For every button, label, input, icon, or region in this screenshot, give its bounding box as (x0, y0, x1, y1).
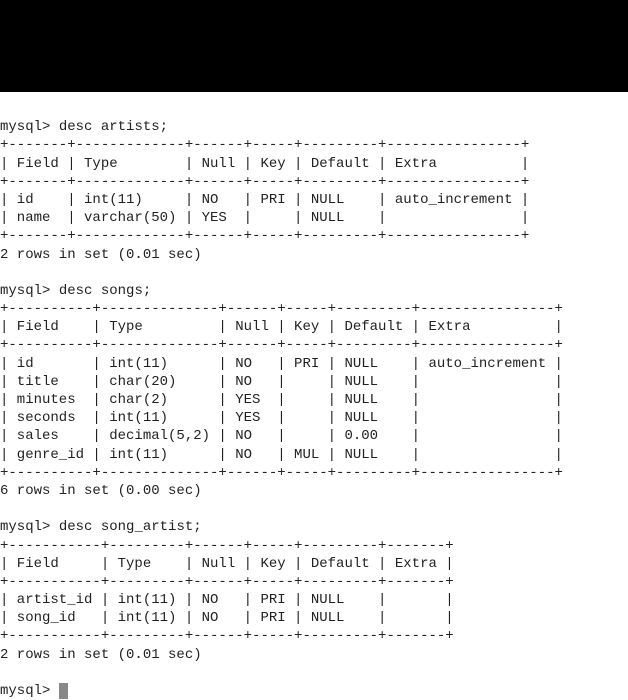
status-line: 2 rows in set (0.01 sec) (0, 647, 202, 663)
title-bar-black (0, 0, 628, 92)
table-header: | Field | Type | Null | Key | Default | … (0, 556, 454, 572)
table-header: | Field | Type | Null | Key | Default | … (0, 319, 563, 335)
table-row: | name | varchar(50) | YES | | NULL | | (0, 210, 529, 226)
status-line: 2 rows in set (0.01 sec) (0, 247, 202, 263)
terminal-output: mysql> desc artists; +-------+----------… (0, 92, 628, 700)
table-row: | seconds | int(11) | YES | | NULL | | (0, 410, 563, 426)
command: desc artists; (59, 119, 168, 135)
table-row: | song_id | int(11) | NO | PRI | NULL | … (0, 610, 454, 626)
cursor[interactable] (59, 683, 68, 699)
table-row: | artist_id | int(11) | NO | PRI | NULL … (0, 592, 454, 608)
table-row: | title | char(20) | NO | | NULL | | (0, 374, 563, 390)
prompt[interactable]: mysql> (0, 683, 50, 699)
command: desc songs; (59, 283, 151, 299)
table-row: | sales | decimal(5,2) | NO | | 0.00 | | (0, 428, 563, 444)
prompt: mysql> (0, 519, 50, 535)
table-border: +----------+--------------+------+-----+… (0, 337, 563, 353)
table-border: +----------+--------------+------+-----+… (0, 465, 563, 481)
table-border: +-----------+---------+------+-----+----… (0, 574, 454, 590)
table-header: | Field | Type | Null | Key | Default | … (0, 156, 529, 172)
prompt: mysql> (0, 119, 50, 135)
table-border: +----------+--------------+------+-----+… (0, 301, 563, 317)
table-border: +-------+-------------+------+-----+----… (0, 228, 529, 244)
command: desc song_artist; (59, 519, 202, 535)
table-row: | minutes | char(2) | YES | | NULL | | (0, 392, 563, 408)
table-row: | id | int(11) | NO | PRI | NULL | auto_… (0, 192, 529, 208)
table-border: +-----------+---------+------+-----+----… (0, 628, 454, 644)
table-row: | genre_id | int(11) | NO | MUL | NULL |… (0, 447, 563, 463)
table-border: +-------+-------------+------+-----+----… (0, 174, 529, 190)
status-line: 6 rows in set (0.00 sec) (0, 483, 202, 499)
table-border: +-------+-------------+------+-----+----… (0, 137, 529, 153)
table-border: +-----------+---------+------+-----+----… (0, 538, 454, 554)
prompt: mysql> (0, 283, 50, 299)
table-row: | id | int(11) | NO | PRI | NULL | auto_… (0, 356, 563, 372)
